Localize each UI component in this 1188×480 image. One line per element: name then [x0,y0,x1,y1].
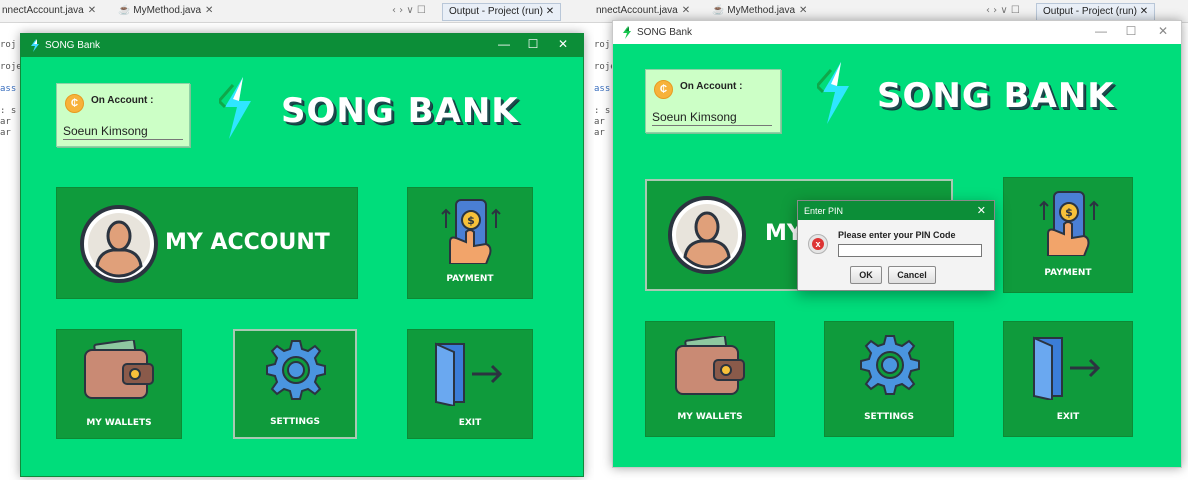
close-icon[interactable]: ✕ [88,5,96,16]
account-card: ₵ On Account : Soeun Kimsong [56,83,190,147]
payment-button[interactable]: $ PAYMENT [407,187,533,299]
exit-button[interactable]: EXIT [1003,321,1133,437]
app-client-area: ₵ On Account : Soeun Kimsong SONG BANK M… [21,57,583,476]
dialog-message: Please enter your PIN Code [838,230,956,240]
java-file-icon: ☕ [712,5,725,16]
minimize-button[interactable]: — [1091,24,1111,38]
lightning-bolt-icon [219,77,251,139]
minimize-button[interactable]: — [494,37,514,51]
exit-door-icon [435,342,503,406]
settings-label: SETTINGS [270,417,320,427]
wallet-icon [675,336,745,395]
coin-icon: ₵ [65,94,84,113]
editor-tab[interactable]: ☕ MyMethod.java ✕ [712,5,807,16]
wallet-icon [84,340,154,399]
tab-scroll-icon[interactable]: ‹ › ∨ ☐ [392,5,426,16]
payment-label: PAYMENT [1044,268,1092,278]
close-icon[interactable]: ✕ [799,5,807,16]
output-tab-label: Output - Project (run) [1043,6,1137,17]
exit-button[interactable]: EXIT [407,329,533,439]
account-label: On Account : [91,95,154,106]
my-wallets-label: MY WALLETS [86,418,152,428]
coin-icon: ₵ [654,80,673,99]
editor-tab-label: MyMethod.java [133,5,202,16]
my-account-label: MY ACCOUNT [165,230,330,255]
settings-label: SETTINGS [864,412,914,422]
mobile-payment-icon: $ [1039,191,1099,256]
app-logo-icon [623,26,631,39]
java-file-icon: ☕ [118,5,131,16]
editor-tab[interactable]: nnectAccount.java ✕ [596,5,690,16]
ok-button[interactable]: OK [850,266,882,284]
tab-scroll-icon[interactable]: ‹ › ∨ ☐ [986,5,1020,16]
editor-tab-label: nnectAccount.java [596,5,678,16]
user-avatar-icon [668,196,746,274]
account-label: On Account : [680,81,743,92]
settings-button[interactable]: SETTINGS [824,321,954,437]
brand-text: SONG BANK [877,76,1115,116]
svg-text:$: $ [467,214,475,227]
editor-tab-label: MyMethod.java [727,5,796,16]
account-underline [63,139,183,140]
dialog-close-icon[interactable]: ✕ [977,204,986,217]
my-wallets-button[interactable]: MY WALLETS [645,321,775,437]
close-button[interactable]: ✕ [1153,24,1173,38]
payment-label: PAYMENT [446,274,494,284]
close-icon[interactable]: ✕ [1140,6,1148,17]
cancel-button[interactable]: Cancel [888,266,936,284]
window-title: SONG Bank [45,40,101,51]
app-logo-icon [31,39,39,52]
window-title: SONG Bank [637,27,693,38]
output-tab[interactable]: Output - Project (run) ✕ [1036,3,1156,21]
lightning-bolt-icon [817,62,849,124]
dialog-title: Enter PIN [804,206,844,216]
account-name: Soeun Kimsong [652,110,737,124]
account-card: ₵ On Account : Soeun Kimsong [645,69,781,133]
brand-text: SONG BANK [281,91,519,131]
brand-logo: SONG BANK [219,77,549,147]
editor-tab[interactable]: ☕ MyMethod.java ✕ [118,5,213,16]
my-account-button[interactable]: MY ACCOUNT [56,187,358,299]
enter-pin-dialog: Enter PIN ✕ x Please enter your PIN Code… [797,200,995,291]
dialog-body: x Please enter your PIN Code OK Cancel [798,220,994,290]
gear-icon [860,335,920,395]
mobile-payment-icon: $ [441,199,501,264]
brand-logo: SONG BANK [817,62,1147,132]
exit-door-icon [1033,336,1101,400]
svg-text:$: $ [1065,206,1073,219]
exit-label: EXIT [458,418,482,428]
close-icon[interactable]: ✕ [205,5,213,16]
exit-label: EXIT [1056,412,1080,422]
close-button[interactable]: ✕ [553,37,573,51]
editor-tab-strip: nnectAccount.java ✕ ☕ MyMethod.java ✕ ‹ › … [0,0,594,23]
window-titlebar[interactable]: SONG Bank — ☐ ✕ [613,21,1181,44]
editor-tab[interactable]: nnectAccount.java ✕ [2,5,96,16]
user-avatar-icon [80,205,158,283]
error-icon: x [808,234,828,254]
my-wallets-button[interactable]: MY WALLETS [56,329,182,439]
settings-button[interactable]: SETTINGS [233,329,357,439]
output-tab-label: Output - Project (run) [449,6,543,17]
output-tab[interactable]: Output - Project (run) ✕ [442,3,562,21]
gear-icon [266,340,326,400]
close-icon[interactable]: ✕ [546,6,554,17]
maximize-button[interactable]: ☐ [523,37,543,51]
maximize-button[interactable]: ☐ [1121,24,1141,38]
dialog-titlebar[interactable]: Enter PIN ✕ [798,201,994,220]
account-name: Soeun Kimsong [63,124,148,138]
editor-tab-label: nnectAccount.java [2,5,84,16]
app-window-left: SONG Bank — ☐ ✕ ₵ On Account : Soeun Kim… [20,33,584,477]
payment-button[interactable]: $ PAYMENT [1003,177,1133,293]
my-wallets-label: MY WALLETS [677,412,743,422]
account-underline [652,125,772,126]
pin-input[interactable] [838,244,982,257]
close-icon[interactable]: ✕ [682,5,690,16]
window-titlebar[interactable]: SONG Bank — ☐ ✕ [21,34,583,57]
